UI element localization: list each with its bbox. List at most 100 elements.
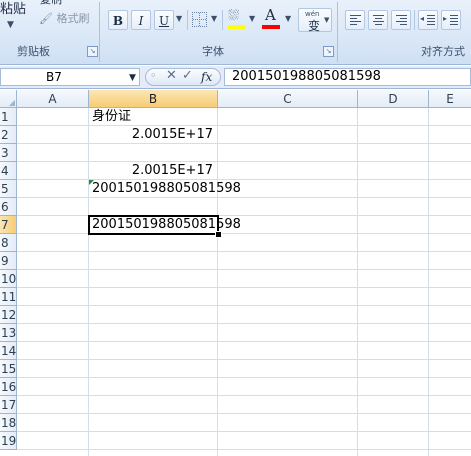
row-header-12[interactable]: 12 [0,306,17,324]
row-header-4[interactable]: 4 [0,162,17,180]
gridline [17,125,471,126]
font-color-dropdown-icon[interactable]: ▼ [285,14,291,23]
row-header-3[interactable]: 3 [0,144,17,162]
copy-button[interactable]: 复制 [40,0,62,7]
name-box-value: B7 [46,70,62,84]
row-header-6[interactable]: 6 [0,198,17,216]
format-painter-label: 格式刷 [56,12,90,25]
select-all-icon: ◢ [8,98,15,107]
row-header-7[interactable]: 7 [0,216,17,234]
row-header-10[interactable]: 10 [0,270,17,288]
cell-b1[interactable]: 身份证 [92,108,131,126]
gridline [17,449,471,450]
gridline [17,197,471,198]
gridline [17,359,471,360]
bold-button[interactable]: B [108,10,128,30]
column-header-b[interactable]: B [89,90,218,108]
align-center-button[interactable] [368,10,388,30]
row-header-14[interactable]: 14 [0,342,17,360]
ribbon: 粘贴 ▼ 复制 🖌 格式刷 剪贴板 ↘ B I U ▼ ▼ ⛆ ▼ A ▼ wé… [0,0,471,65]
border-icon-inner [193,19,206,21]
row-header-11[interactable]: 11 [0,288,17,306]
row-header-16[interactable]: 16 [0,378,17,396]
gridline [17,215,471,216]
cell-b4[interactable]: 2.0015E+17 [89,162,213,180]
font-color-icon[interactable]: A [265,6,276,24]
copy-label: 复制 [40,0,62,6]
font-group-label: 字体 [202,45,224,58]
cell-b2[interactable]: 2.0015E+17 [89,126,213,144]
gridline [17,431,471,432]
worksheet-grid[interactable]: ◢ A B C D E 1 2 3 4 5 6 7 8 9 10 11 12 1… [0,90,471,456]
paste-button[interactable]: 粘贴 [0,3,26,17]
underline-dropdown-icon[interactable]: ▼ [176,14,182,23]
phonetic-guide-button[interactable]: wén 变 ▼ [298,8,332,33]
column-header-e[interactable]: E [429,90,471,108]
gridline [17,251,471,252]
gridline [17,143,471,144]
name-box-dropdown-icon[interactable]: ▼ [129,70,136,86]
cancel-icon[interactable]: ✕ [166,68,177,83]
phonetic-char: 变 [308,19,321,33]
column-header-a[interactable]: A [17,90,89,108]
group-separator [99,2,100,62]
fill-color-dropdown-icon[interactable]: ▼ [249,14,255,23]
border-dropdown-icon[interactable]: ▼ [211,14,217,23]
gridline [17,233,471,234]
row-header-17[interactable]: 17 [0,396,17,414]
separator [222,10,223,30]
gridline [17,269,471,270]
format-painter-button[interactable]: 🖌 格式刷 [39,12,89,26]
align-left-button[interactable] [345,10,365,30]
font-dialog-launcher-icon[interactable]: ↘ [323,46,334,57]
row-header-8[interactable]: 8 [0,234,17,252]
gridline [217,108,218,456]
underline-button[interactable]: U [154,10,174,30]
gridline [357,108,358,456]
gridline [17,341,471,342]
brush-icon: 🖌 [39,12,53,25]
border-icon[interactable] [192,12,207,27]
gridline [88,108,89,456]
paste-dropdown-icon[interactable]: ▼ [7,20,14,30]
clipboard-group-label: 剪贴板 [17,45,50,58]
paste-label: 粘贴 [0,2,27,17]
insert-function-icon[interactable]: fx [201,70,212,84]
column-header-d[interactable]: D [358,90,429,108]
row-header-15[interactable]: 15 [0,360,17,378]
expand-handle-icon[interactable]: ◦ [150,69,157,82]
row-header-1[interactable]: 1 [0,108,17,126]
align-right-button[interactable] [391,10,411,30]
italic-button[interactable]: I [131,10,151,30]
clipboard-dialog-launcher-icon[interactable]: ↘ [87,46,98,57]
gridline [17,323,471,324]
row-header-2[interactable]: 2 [0,126,17,144]
font-color-swatch [262,25,280,29]
alignment-group-label: 对齐方式 [421,45,465,58]
name-box[interactable]: B7 ▼ [0,68,140,86]
increase-indent-button[interactable]: ▸ [441,10,461,30]
decrease-indent-button[interactable]: ◂ [418,10,438,30]
row-header-18[interactable]: 18 [0,414,17,432]
row-header-5[interactable]: 5 [0,180,17,198]
cell-b7[interactable]: 200150198805081598 [92,216,241,234]
formula-buttons: ◦ ✕ ✓ fx [145,68,221,86]
column-header-c[interactable]: C [218,90,358,108]
enter-check-icon[interactable]: ✓ [182,68,193,83]
group-separator [337,2,338,62]
gridline [17,413,471,414]
row-header-9[interactable]: 9 [0,252,17,270]
formula-input[interactable]: 200150198805081598 [224,68,471,86]
row-header-13[interactable]: 13 [0,324,17,342]
gridline [17,377,471,378]
separator [414,10,415,30]
gridline [428,108,429,456]
phonetic-dropdown-icon[interactable]: ▼ [324,16,329,24]
fill-bucket-icon[interactable]: ⛆ [228,8,239,24]
gridline [17,161,471,162]
select-all-corner[interactable]: ◢ [0,90,17,108]
row-header-19[interactable]: 19 [0,432,17,450]
gridline [17,287,471,288]
cell-b5[interactable]: 200150198805081598 [92,180,241,198]
gridline [17,305,471,306]
